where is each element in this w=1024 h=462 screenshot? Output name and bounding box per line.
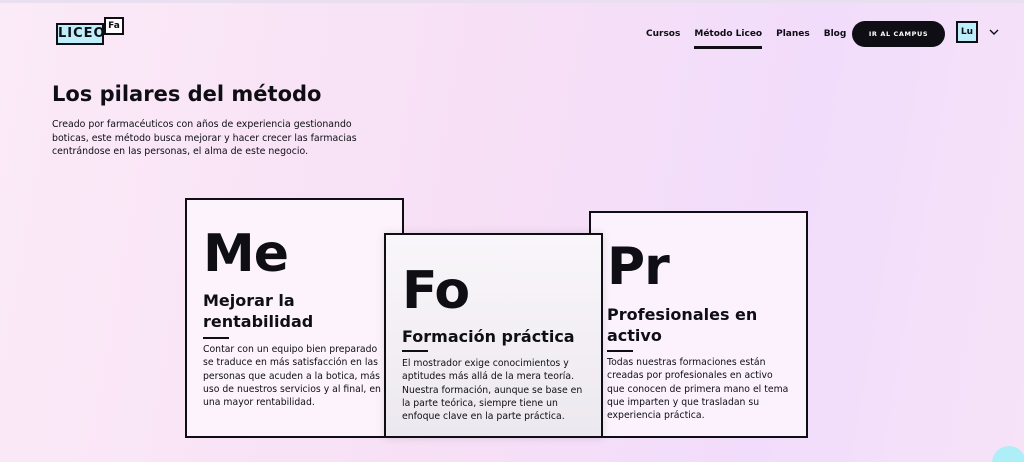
nav-item-cursos[interactable]: Cursos <box>646 29 680 39</box>
pillar-card-formacion: Fo Formación práctica El mostrador exige… <box>384 233 603 438</box>
chat-widget-button[interactable] <box>992 446 1024 462</box>
logo-main-text: LICEO <box>56 23 105 45</box>
nav-item-planes[interactable]: Planes <box>776 29 810 39</box>
card-text: Todas nuestras formaciones están creadas… <box>607 357 789 422</box>
chevron-down-icon[interactable] <box>988 27 1000 37</box>
intro-text: Creado por farmacéuticos con años de exp… <box>52 119 357 158</box>
nav-item-blog[interactable]: Blog <box>824 29 847 39</box>
main-nav: Cursos Método Liceo Planes Blog <box>646 29 860 49</box>
page-title: Los pilares del método <box>52 82 322 106</box>
go-to-campus-button[interactable]: IR AL CAMPUS <box>852 21 945 47</box>
logo-superscript: Fa <box>104 17 124 35</box>
nav-item-metodo-liceo[interactable]: Método Liceo <box>694 29 762 49</box>
card-symbol: Me <box>203 224 289 284</box>
card-title: Formación práctica <box>402 327 575 346</box>
pillar-card-mejorar: Me Mejorar la rentabilidad Contar con un… <box>185 198 404 438</box>
card-title: Mejorar la rentabilidad <box>203 291 314 331</box>
pillar-card-profesionales: Pr Profesionales en activo Todas nuestra… <box>589 211 808 438</box>
card-divider <box>203 337 229 339</box>
card-symbol: Fo <box>402 261 470 321</box>
card-divider <box>607 350 633 352</box>
card-title: Profesionales en activo <box>607 305 758 345</box>
liceo-logo[interactable]: LICEO Fa <box>56 17 126 47</box>
card-symbol: Pr <box>607 237 670 297</box>
card-text: Contar con un equipo bien preparado se t… <box>203 344 381 409</box>
card-divider <box>402 350 428 352</box>
user-avatar[interactable]: Lu <box>956 21 978 43</box>
top-border <box>0 0 1024 3</box>
card-text: El mostrador exige conocimientos y aptit… <box>402 358 583 423</box>
